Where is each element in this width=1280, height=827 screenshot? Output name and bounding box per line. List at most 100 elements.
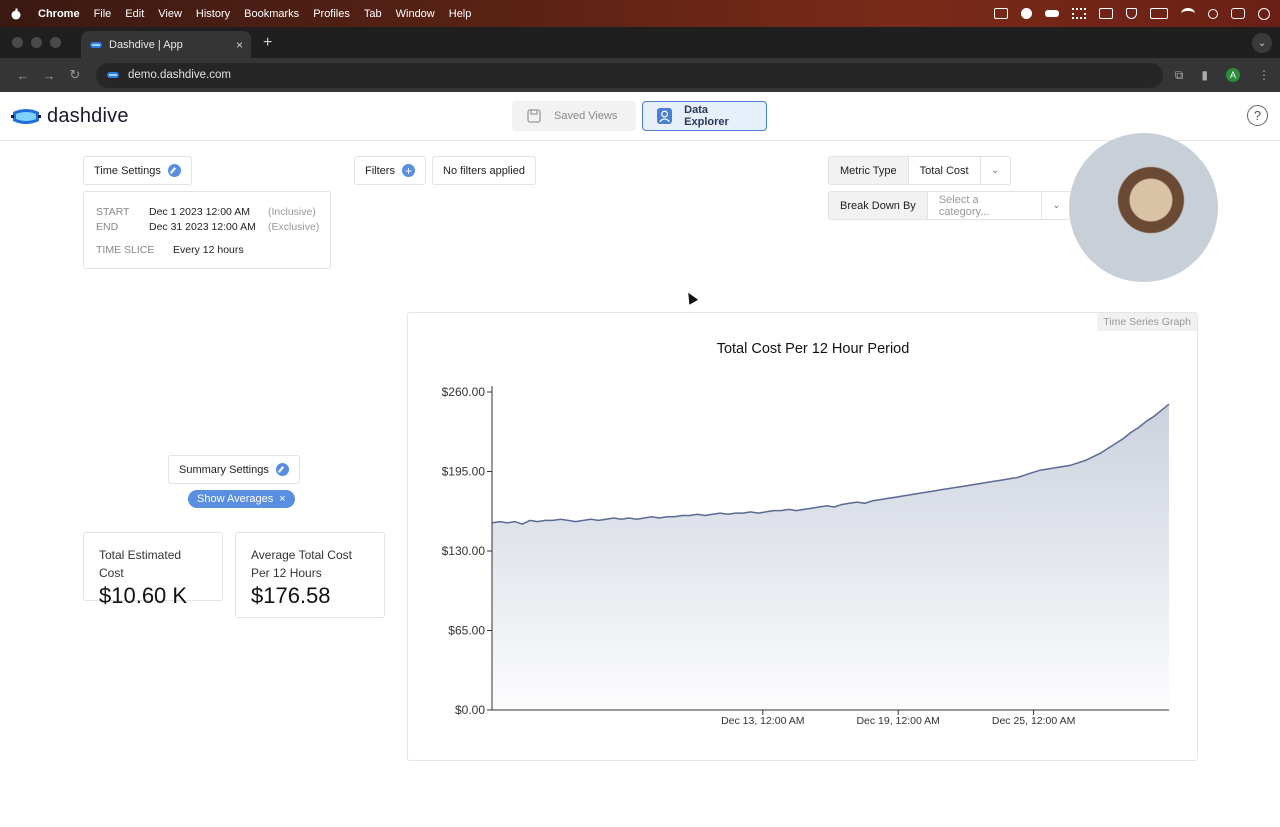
docker-icon[interactable] [1045, 10, 1059, 17]
remove-pill-icon[interactable]: × [279, 493, 285, 505]
close-tab-icon[interactable]: × [236, 38, 243, 52]
tab-saved-views-label: Saved Views [554, 110, 618, 122]
tab-saved-views[interactable]: Saved Views [512, 101, 636, 131]
profile-avatar[interactable]: A [1226, 68, 1240, 82]
gear-icon[interactable] [1021, 8, 1032, 19]
browser-tab[interactable]: Dashdive | App × [81, 31, 251, 58]
menu-edit[interactable]: Edit [125, 8, 144, 20]
edit-pencil-icon[interactable] [275, 463, 289, 476]
filters-label: Filters [365, 164, 395, 177]
chevron-down-icon[interactable]: ⌄ [1041, 192, 1071, 219]
start-note: (Inclusive) [268, 206, 316, 218]
time-series-chart: Total Cost Per 12 Hour Period $0.00 $65.0… [442, 341, 1170, 727]
dashdive-favicon-icon [90, 41, 102, 48]
x-tick-label: Dec 13, 12:00 AM [721, 715, 804, 727]
x-tick-label: Dec 25, 12:00 AM [992, 715, 1075, 727]
menu-profiles[interactable]: Profiles [313, 8, 350, 20]
menu-app-name[interactable]: Chrome [38, 8, 80, 20]
y-tick-label: $260.00 [442, 385, 486, 399]
grid-icon[interactable] [1072, 8, 1086, 19]
time-series-chart-panel: Time Series Graph Total Cost Per 12 Hour… [407, 312, 1198, 761]
battery-icon[interactable] [1150, 8, 1168, 19]
show-averages-pill[interactable]: Show Averages × [188, 490, 295, 508]
x-tick-label: Dec 19, 12:00 AM [856, 715, 939, 727]
logo-text: dashdive [47, 105, 129, 127]
notion-icon[interactable] [994, 8, 1008, 19]
stat-value: $176.58 [251, 583, 331, 608]
window-controls [12, 37, 61, 48]
menu-file[interactable]: File [94, 8, 112, 20]
summary-settings-label: Summary Settings [179, 463, 269, 476]
search-icon[interactable] [1208, 8, 1218, 19]
goggles-logo-icon [11, 108, 41, 124]
app-icon[interactable] [1099, 8, 1113, 19]
end-value: Dec 31 2023 12:00 AM [149, 221, 256, 233]
minimize-window-button[interactable] [31, 37, 42, 48]
tab-search-chevron-icon[interactable]: ⌄ [1252, 33, 1272, 53]
start-label: START [96, 206, 130, 218]
browser-tab-bar: Dashdive | App × + ⌄ [0, 27, 1280, 58]
area-fill [492, 404, 1169, 710]
tab-data-explorer[interactable]: Data Explorer [642, 101, 767, 131]
forward-arrow-icon[interactable]: → [36, 68, 62, 83]
end-label: END [96, 221, 119, 233]
stat-label: Total Estimated Cost [99, 548, 182, 580]
metric-type-select[interactable]: Metric Type Total Cost ⌄ [828, 156, 1011, 185]
dashdive-logo[interactable]: dashdive [11, 105, 129, 128]
menu-status-icons [994, 7, 1270, 20]
menu-history[interactable]: History [196, 8, 230, 20]
side-panel-icon[interactable]: ▮ [1201, 68, 1208, 82]
show-averages-label: Show Averages [197, 493, 274, 505]
stat-label: Average Total Cost Per 12 Hours [251, 548, 352, 580]
extensions-icon[interactable]: ⧉ [1175, 68, 1184, 83]
mouse-cursor [683, 290, 699, 305]
edit-pencil-icon[interactable] [167, 164, 181, 177]
toolbar-actions: ⧉ ▮ A ⋮ [1175, 68, 1270, 83]
time-settings-panel: START Dec 1 2023 12:00 AM (Inclusive) EN… [83, 191, 331, 269]
new-tab-icon[interactable]: + [263, 34, 272, 52]
browser-toolbar: ← → ↻ demo.dashdive.com ⧉ ▮ A ⋮ [0, 58, 1280, 92]
stat-card-average: Average Total Cost Per 12 Hours $176.58 [235, 532, 385, 618]
control-center-icon[interactable] [1231, 8, 1245, 19]
break-down-select[interactable]: Break Down By Select a category... ⌄ [828, 191, 1072, 220]
filters-status-text: No filters applied [443, 164, 525, 177]
apple-icon[interactable] [10, 8, 22, 20]
y-tick-label: $0.00 [455, 703, 485, 717]
save-icon [527, 109, 541, 123]
menu-view[interactable]: View [158, 8, 182, 20]
y-tick-label: $130.00 [442, 544, 486, 558]
webcam-overlay [1069, 133, 1218, 282]
menu-tab[interactable]: Tab [364, 8, 382, 20]
menu-bookmarks[interactable]: Bookmarks [244, 8, 299, 20]
filters-button[interactable]: Filters + [354, 156, 426, 185]
site-favicon-icon [107, 72, 119, 78]
time-slice-label: TIME SLICE [96, 244, 155, 256]
reload-icon[interactable]: ↻ [62, 67, 88, 83]
metric-type-value: Total Cost [919, 164, 969, 177]
address-bar[interactable]: demo.dashdive.com [96, 62, 1163, 88]
more-menu-icon[interactable]: ⋮ [1258, 68, 1270, 82]
siri-icon[interactable] [1258, 7, 1270, 20]
zoom-window-button[interactable] [50, 37, 61, 48]
wifi-icon[interactable] [1181, 8, 1195, 19]
chart-title: Total Cost Per 12 Hour Period [717, 341, 910, 357]
add-filter-icon[interactable]: + [401, 164, 415, 177]
chevron-down-icon[interactable]: ⌄ [979, 157, 1010, 184]
time-series-graph-chip[interactable]: Time Series Graph [1097, 313, 1197, 331]
time-settings-label: Time Settings [94, 164, 161, 177]
tab-data-explorer-label: Data Explorer [684, 104, 729, 128]
summary-settings-button[interactable]: Summary Settings [168, 455, 300, 484]
user-icon [657, 108, 673, 124]
close-window-button[interactable] [12, 37, 23, 48]
url-text: demo.dashdive.com [128, 69, 231, 81]
help-icon[interactable]: ? [1247, 105, 1268, 126]
y-tick-label: $65.00 [448, 624, 485, 638]
break-down-label: Break Down By [829, 192, 928, 219]
shield-icon[interactable] [1126, 8, 1137, 19]
macos-menu-bar: Chrome File Edit View History Bookmarks … [0, 0, 1280, 27]
back-arrow-icon[interactable]: ← [10, 68, 36, 83]
menu-help[interactable]: Help [449, 8, 472, 20]
menu-window[interactable]: Window [396, 8, 435, 20]
time-settings-button[interactable]: Time Settings [83, 156, 192, 185]
app-header: dashdive Saved Views Data Explorer ? [0, 92, 1280, 141]
